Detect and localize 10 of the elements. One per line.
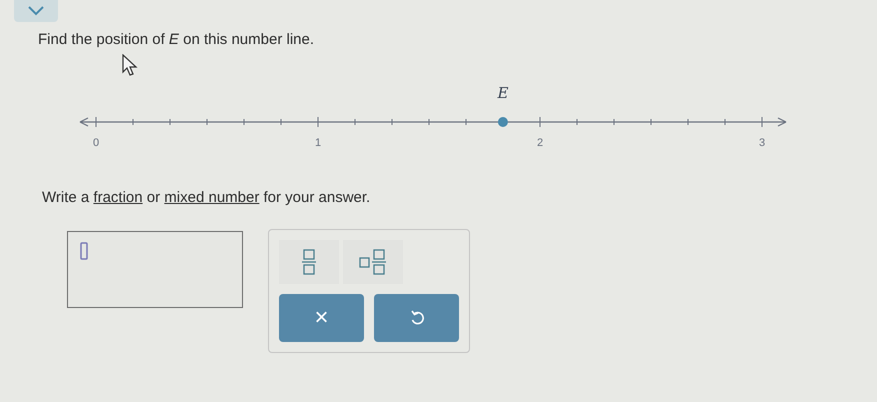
tick-label: 1 <box>314 136 322 148</box>
tick-label: 3 <box>758 136 766 148</box>
question-text: Find the position of E on this number line. <box>38 31 314 48</box>
clear-button[interactable]: × <box>279 294 364 342</box>
tick-label: 0 <box>92 136 100 148</box>
instruction-text: Write a fraction or mixed number for your answer. <box>42 188 370 206</box>
glossary-link[interactable]: mixed number <box>164 188 260 206</box>
tick-label: 2 <box>536 136 544 148</box>
point-label: E <box>497 84 508 102</box>
glossary-link[interactable]: fraction <box>93 188 143 206</box>
